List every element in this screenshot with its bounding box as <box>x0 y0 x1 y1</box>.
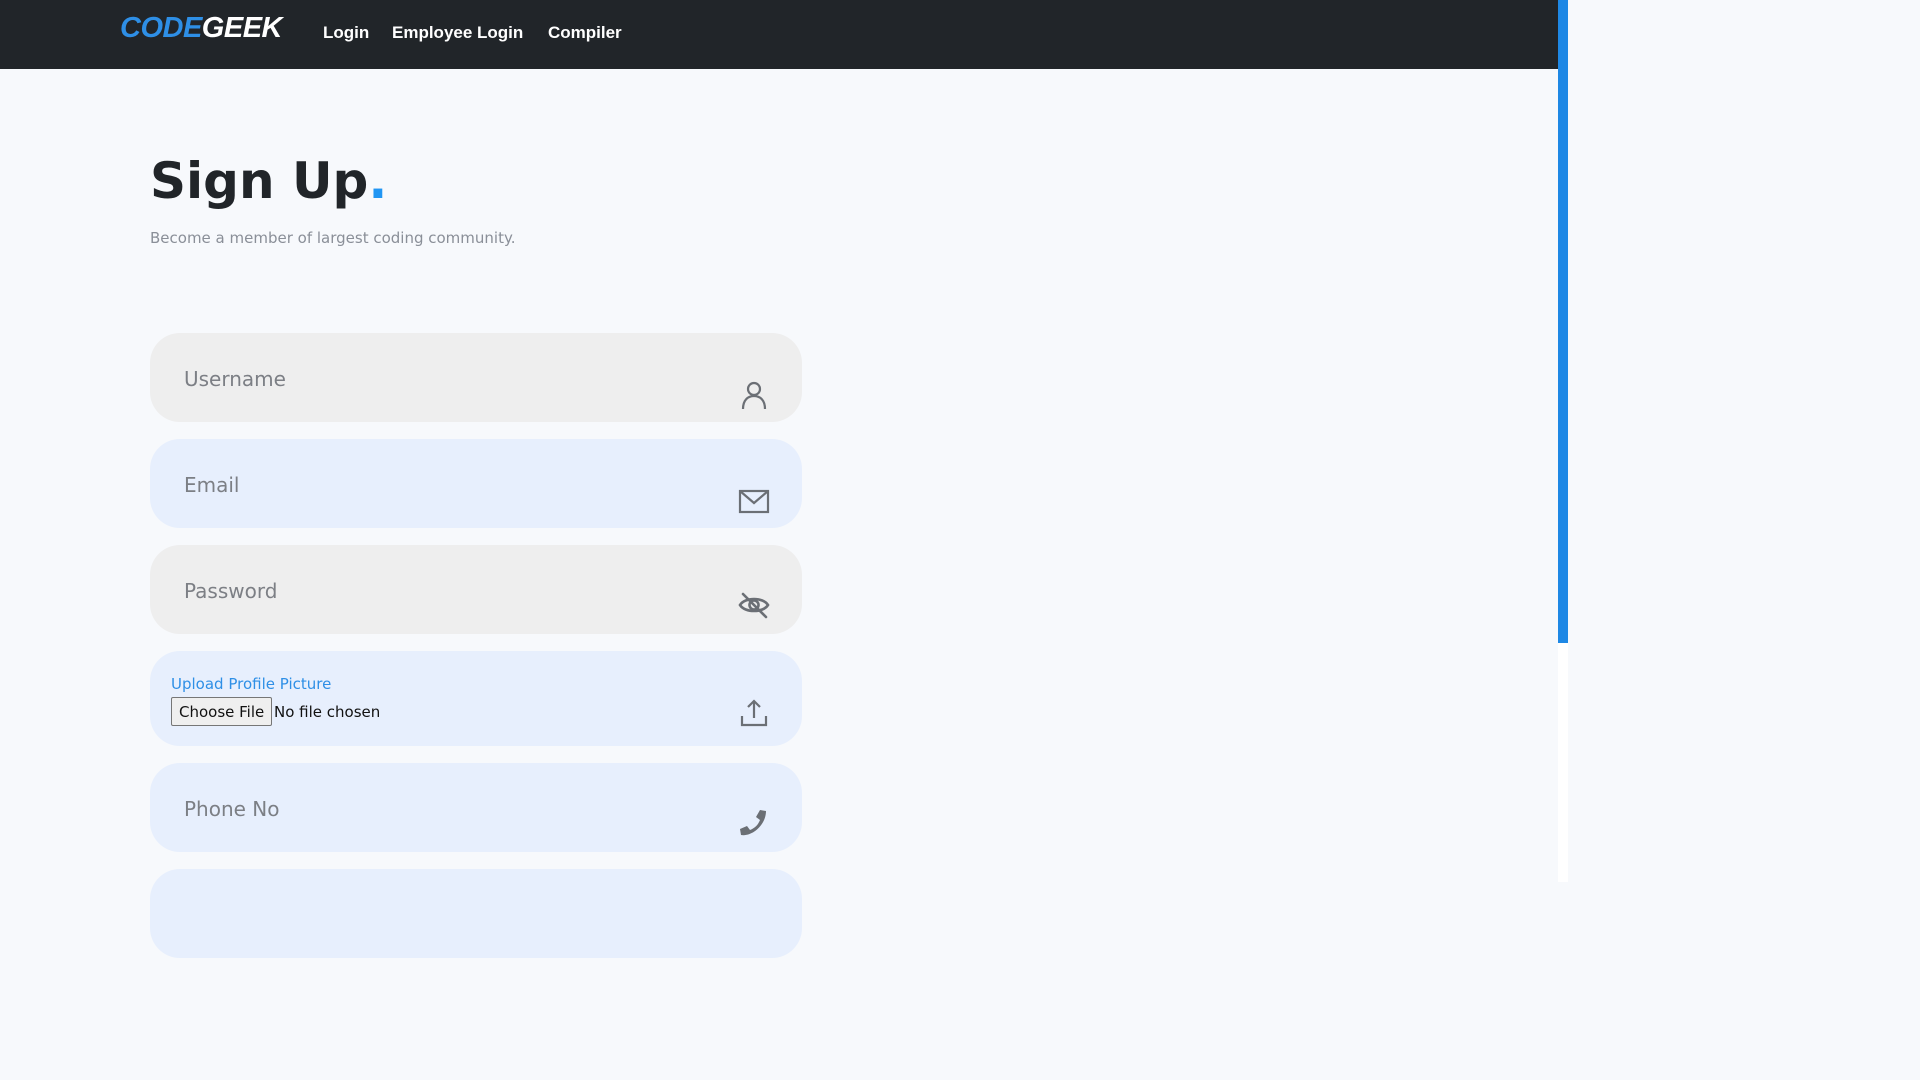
phone-field <box>150 763 802 854</box>
page-title: Sign Up. <box>150 152 387 210</box>
email-field <box>150 439 802 530</box>
navbar: CODEGEEK Login Employee Login Compiler <box>0 0 1558 69</box>
page-title-dot: . <box>368 152 388 210</box>
username-input[interactable] <box>182 333 726 424</box>
choose-file-button[interactable]: Choose File <box>171 697 273 726</box>
upload-field: Upload Profile Picture Choose File No fi… <box>150 651 802 746</box>
nav-link-compiler[interactable]: Compiler <box>548 23 622 43</box>
brand-part-geek: GEEK <box>201 12 283 44</box>
envelope-icon <box>738 485 770 517</box>
username-field <box>150 333 802 424</box>
upload-label: Upload Profile Picture <box>171 675 332 693</box>
upload-icon <box>738 697 770 729</box>
scrollbar-thumb[interactable] <box>1558 0 1568 643</box>
brand-logo[interactable]: CODEGEEK <box>120 12 282 45</box>
nav-link-login[interactable]: Login <box>323 23 369 43</box>
next-field[interactable] <box>150 869 802 958</box>
page-title-text: Sign Up <box>150 152 369 210</box>
eye-slash-icon[interactable] <box>738 589 770 621</box>
password-field <box>150 545 802 636</box>
nav-link-employee-login[interactable]: Employee Login <box>392 23 523 43</box>
email-input[interactable] <box>182 439 726 530</box>
user-icon <box>738 379 770 411</box>
phone-icon <box>738 807 770 839</box>
page-subtitle: Become a member of largest coding commun… <box>150 229 516 247</box>
phone-input[interactable] <box>182 763 726 854</box>
password-input[interactable] <box>182 545 726 636</box>
brand-part-code: CODE <box>120 12 202 44</box>
file-status: No file chosen <box>274 703 381 721</box>
